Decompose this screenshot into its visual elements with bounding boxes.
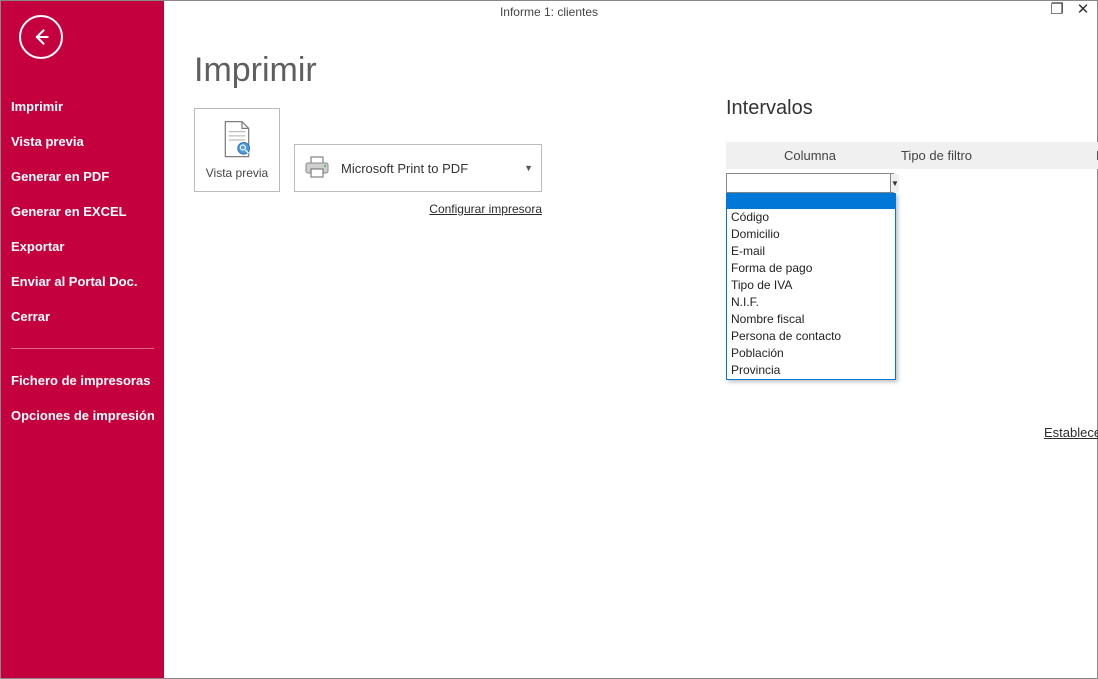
header-tipo-filtro: Tipo de filtro [894,142,979,169]
columna-input[interactable] [727,174,890,192]
dropdown-item[interactable]: Provincia [727,362,895,379]
columna-dropdown: Código Domicilio E-mail Forma de pago Ti… [726,193,896,380]
dropdown-item[interactable]: Persona de contacto [727,328,895,345]
sidebar-item-exportar[interactable]: Exportar [1,229,164,264]
content-area: Imprimir Vista previa [164,1,1097,678]
sidebar-item-generar-excel[interactable]: Generar en EXCEL [1,194,164,229]
sidebar-separator [11,348,154,349]
sidebar-item-enviar-portal[interactable]: Enviar al Portal Doc. [1,264,164,299]
dropdown-item[interactable]: Domicilio [727,226,895,243]
dropdown-item[interactable]: N.I.F. [727,294,895,311]
printer-name: Microsoft Print to PDF [341,161,468,176]
dropdown-item[interactable]: Forma de pago [727,260,895,277]
intervals-title: Intervalos [726,97,1098,120]
printer-select[interactable]: Microsoft Print to PDF ▼ [294,144,542,192]
sidebar: Imprimir Vista previa Generar en PDF Gen… [1,1,164,678]
set-default-link[interactable]: Establecer como predeterminados [1044,425,1098,440]
printer-icon [303,155,331,181]
back-button[interactable] [19,15,63,59]
close-button[interactable]: ✕ [1075,3,1091,19]
dropdown-item[interactable]: Población [727,345,895,362]
header-columna: Columna [726,142,894,169]
columna-combobox[interactable]: ▼ Código Domicilio E-mail Forma de pago … [726,173,894,193]
dropdown-item[interactable]: Código [727,209,895,226]
maximize-button[interactable]: ❐ [1049,3,1065,19]
sidebar-item-vista-previa[interactable]: Vista previa [1,124,164,159]
intervals-grid-header: Columna Tipo de filtro Filtro [726,142,1098,169]
sidebar-item-cerrar[interactable]: Cerrar [1,299,164,334]
sidebar-item-opciones-impresion[interactable]: Opciones de impresión [1,398,164,433]
arrow-left-icon [31,27,51,47]
sidebar-item-fichero-impresoras[interactable]: Fichero de impresoras [1,363,164,398]
chevron-down-icon: ▼ [891,179,899,188]
sidebar-item-imprimir[interactable]: Imprimir [1,89,164,124]
configure-printer-link[interactable]: Configurar impresora [294,202,542,216]
page-title: Imprimir [194,51,1067,90]
vista-previa-label: Vista previa [206,166,268,180]
document-preview-icon [220,120,254,160]
dropdown-item[interactable]: Nombre fiscal [727,311,895,328]
dropdown-item[interactable]: E-mail [727,243,895,260]
sidebar-item-generar-pdf[interactable]: Generar en PDF [1,159,164,194]
chevron-down-icon: ▼ [524,163,533,173]
dropdown-item-selected-blank[interactable] [727,194,895,209]
vista-previa-button[interactable]: Vista previa [194,108,280,192]
header-filtro: Filtro [979,142,1098,169]
combo-dropdown-button[interactable]: ▼ [890,174,899,192]
dropdown-item[interactable]: Tipo de IVA [727,277,895,294]
intervals-panel: Intervalos Columna Tipo de filtro Filtro… [726,97,1098,193]
